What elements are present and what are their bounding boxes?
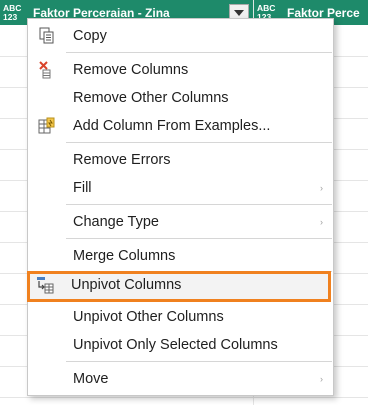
menu-item-fill[interactable]: Fill › xyxy=(29,174,333,201)
submenu-arrow-icon: › xyxy=(320,216,323,227)
menu-item-label: Merge Columns xyxy=(73,247,176,264)
menu-separator xyxy=(66,142,332,143)
menu-item-label: Add Column From Examples... xyxy=(73,117,271,134)
menu-item-label: Unpivot Other Columns xyxy=(73,308,224,325)
copy-icon xyxy=(39,27,54,44)
menu-item-change-type[interactable]: Change Type › xyxy=(29,208,333,235)
menu-item-label: Change Type xyxy=(73,213,159,230)
menu-item-label: Remove Columns xyxy=(73,61,189,78)
dropdown-arrow-icon xyxy=(234,9,244,16)
grid-line xyxy=(0,397,368,398)
menu-item-remove-errors[interactable]: Remove Errors xyxy=(29,146,333,173)
remove-columns-icon xyxy=(39,61,51,79)
menu-item-label: Unpivot Columns xyxy=(71,276,182,293)
highlighted-menu-item-unpivot-columns[interactable]: Unpivot Columns xyxy=(27,271,331,298)
menu-item-add-column-from-examples[interactable]: Add Column From Examples... xyxy=(29,112,333,139)
menu-item-label: Remove Errors xyxy=(73,151,171,168)
type-any-icon[interactable]: ABC 123 xyxy=(3,0,29,25)
menu-item-move[interactable]: Move › xyxy=(29,365,333,392)
menu-item-unpivot-other-columns[interactable]: Unpivot Other Columns xyxy=(29,303,333,330)
menu-separator xyxy=(66,204,332,205)
menu-item-label: Copy xyxy=(73,27,107,44)
menu-item-merge-columns[interactable]: Merge Columns xyxy=(29,242,333,269)
menu-item-unpivot-only-selected-columns[interactable]: Unpivot Only Selected Columns xyxy=(29,331,333,358)
menu-item-remove-columns[interactable]: Remove Columns xyxy=(29,56,333,83)
unpivot-columns-icon xyxy=(37,277,54,294)
menu-item-copy[interactable]: Copy xyxy=(29,22,333,49)
submenu-arrow-icon: › xyxy=(320,182,323,193)
add-column-from-examples-icon xyxy=(38,117,55,134)
menu-item-label: Fill xyxy=(73,179,92,196)
menu-separator xyxy=(66,52,332,53)
highlight-box: Unpivot Columns xyxy=(27,271,331,302)
column-context-menu: Copy Remove Columns Remove Other Columns… xyxy=(27,18,334,396)
menu-separator xyxy=(66,361,332,362)
menu-item-remove-other-columns[interactable]: Remove Other Columns xyxy=(29,84,333,111)
submenu-arrow-icon: › xyxy=(320,373,323,384)
menu-separator xyxy=(66,238,332,239)
menu-item-label: Unpivot Only Selected Columns xyxy=(73,336,278,353)
menu-item-label: Move xyxy=(73,370,109,387)
menu-item-label: Remove Other Columns xyxy=(73,89,229,106)
